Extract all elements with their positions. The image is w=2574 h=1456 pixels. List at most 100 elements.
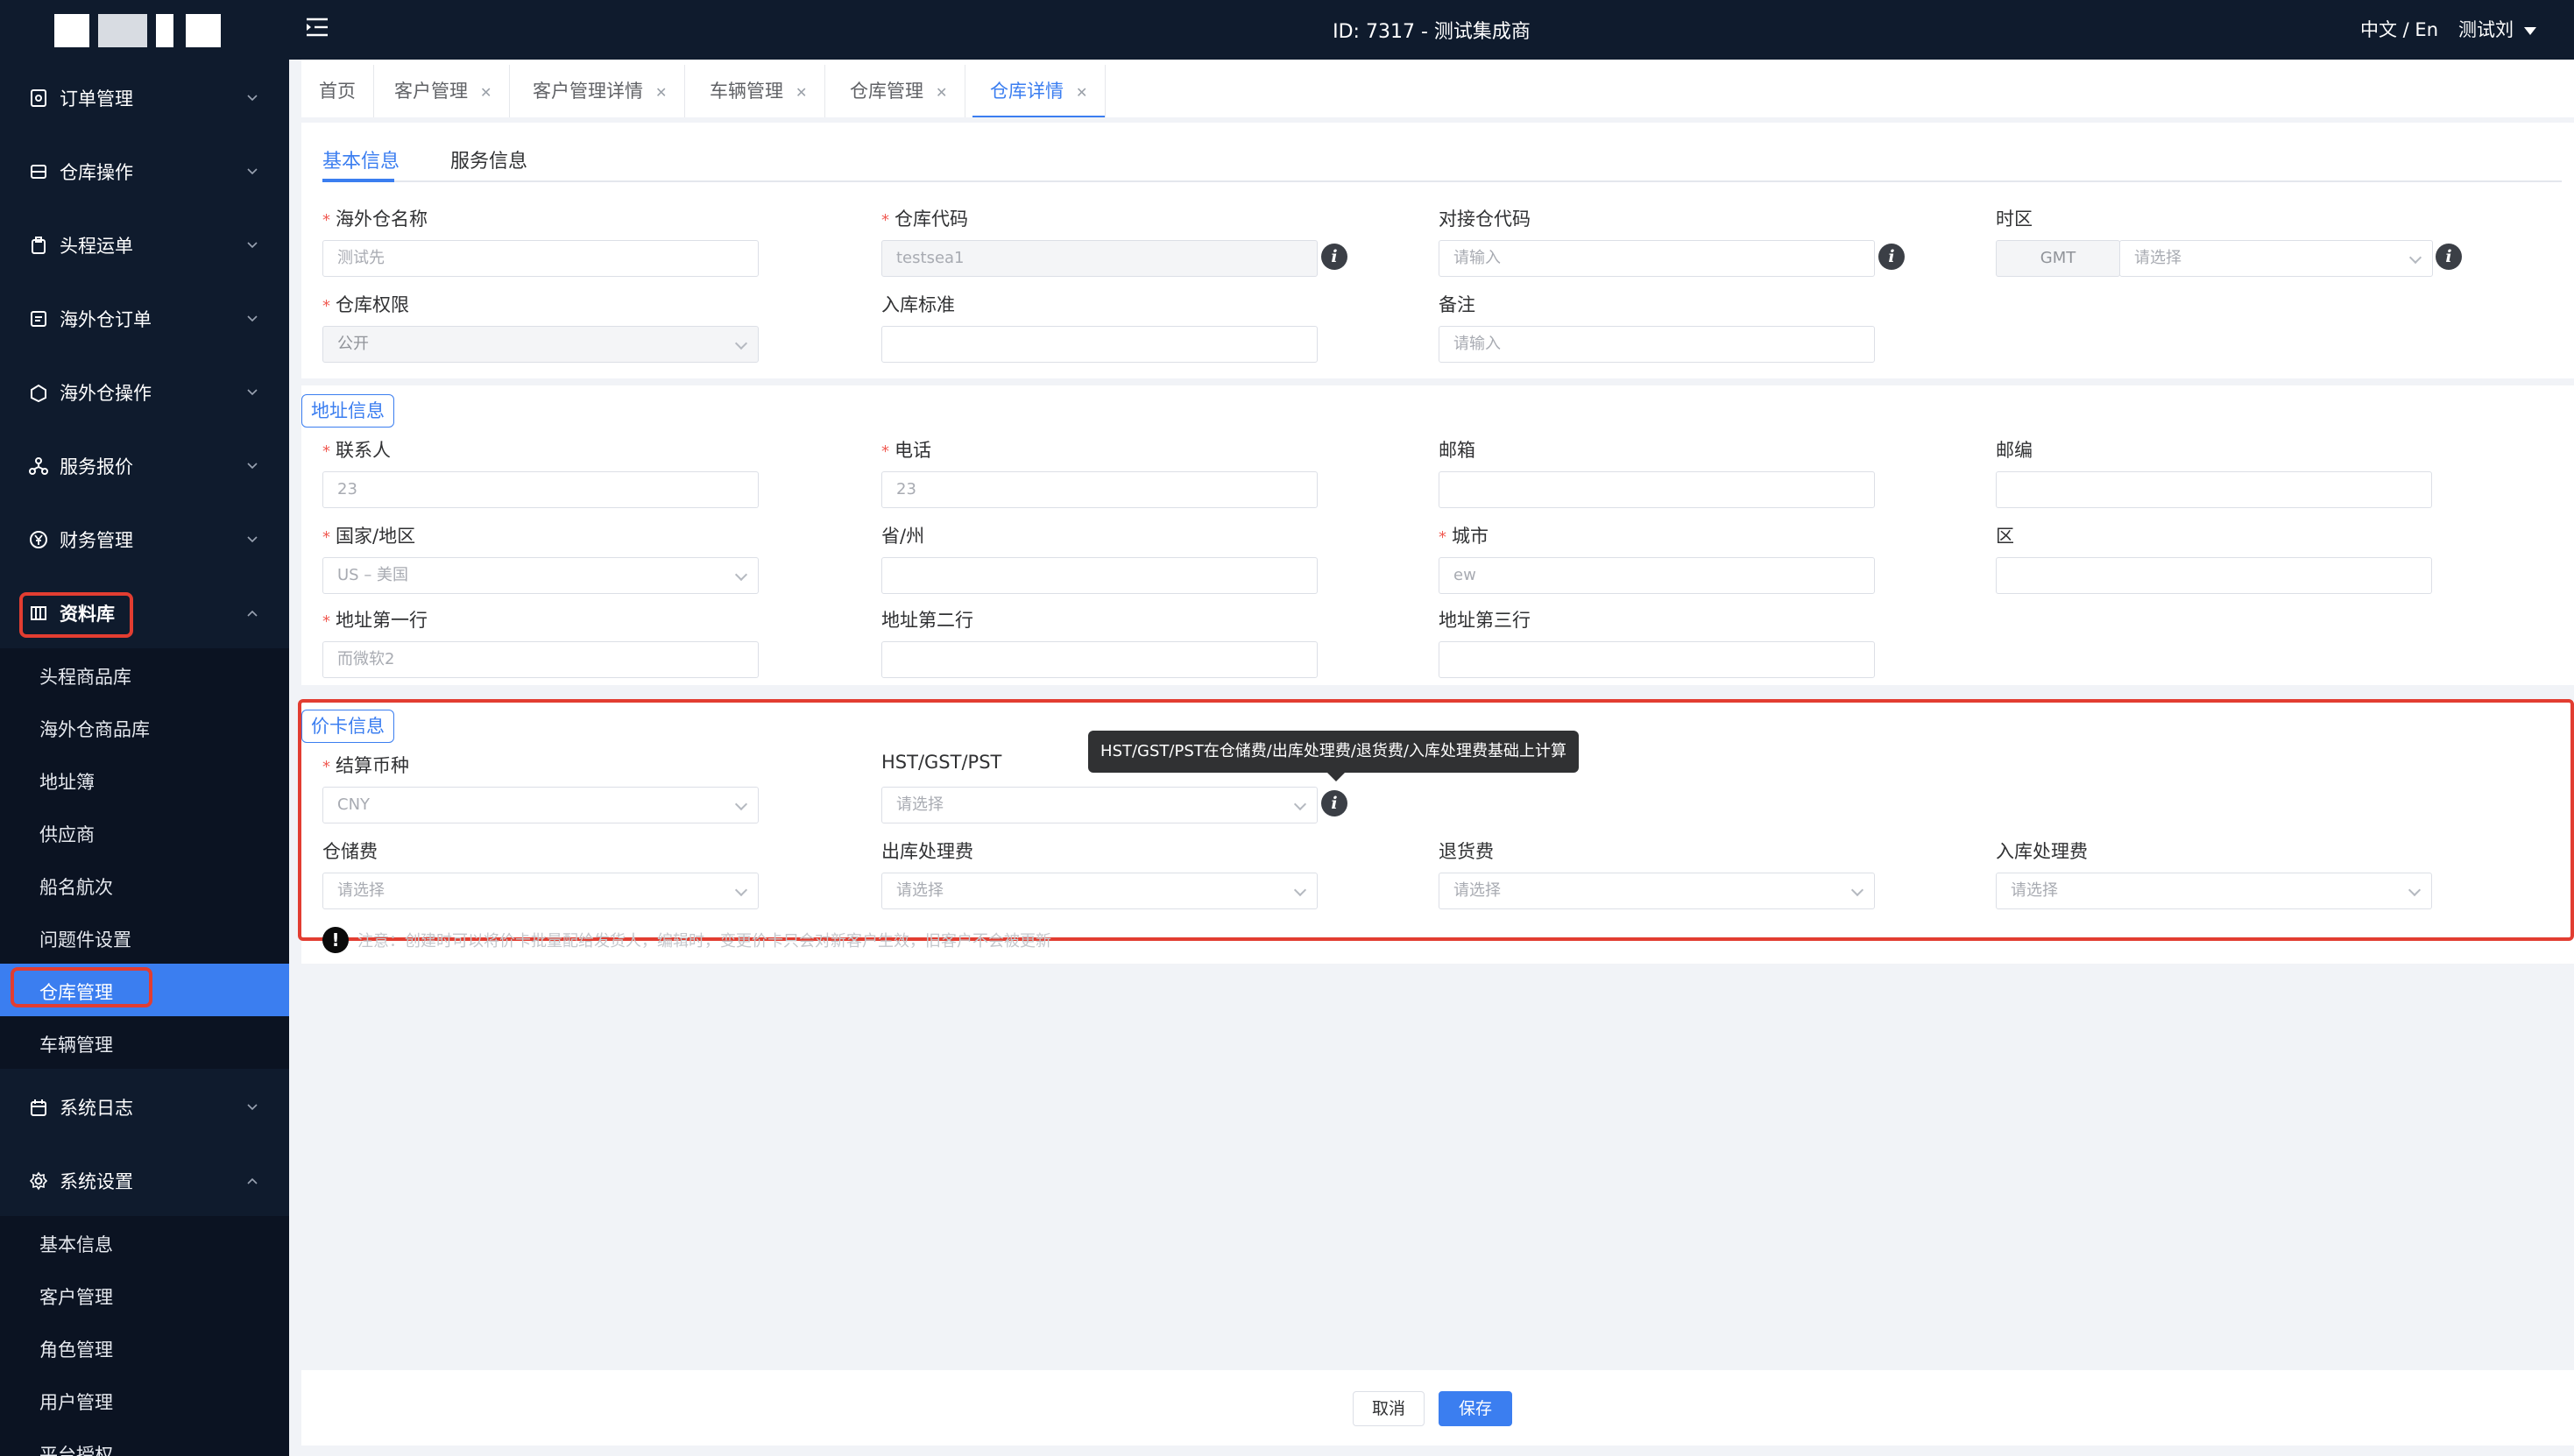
- tab-label: 客户管理详情: [533, 81, 643, 102]
- sidebar-item-warehouse-ops[interactable]: 仓库操作: [0, 135, 289, 209]
- info-icon[interactable]: i: [1878, 244, 1905, 270]
- tab-customer-detail[interactable]: 客户管理详情 ✕: [515, 65, 686, 117]
- close-icon[interactable]: ✕: [796, 84, 807, 101]
- district-input[interactable]: [1996, 557, 2432, 594]
- currency-select[interactable]: CNY: [322, 787, 759, 823]
- sidebar-sub-customers[interactable]: 客户管理: [0, 1269, 289, 1321]
- tab-customer-management[interactable]: 客户管理 ✕: [377, 65, 511, 117]
- caret-down-icon: [2524, 26, 2536, 35]
- chevron-down-icon: [247, 536, 258, 543]
- chevron-down-icon: [247, 315, 258, 322]
- tax-label: HST/GST/PST: [881, 752, 1002, 773]
- sidebar-sub-overseas-products[interactable]: 海外仓商品库: [0, 701, 289, 753]
- chevron-down-icon: [1293, 797, 1307, 811]
- dock-code-input[interactable]: 请输入: [1439, 240, 1875, 277]
- timezone-select[interactable]: 请选择: [2119, 240, 2433, 277]
- user-menu[interactable]: 测试刘: [2458, 16, 2536, 42]
- sidebar-sub-address-book[interactable]: 地址簿: [0, 753, 289, 806]
- gear-icon: [29, 1171, 48, 1191]
- return-fee-label: 退货费: [1439, 841, 1494, 862]
- country-label: * 国家/地区: [322, 526, 416, 547]
- phone-input[interactable]: 23: [881, 471, 1318, 508]
- sidebar-sub-first-leg-products[interactable]: 头程商品库: [0, 648, 289, 701]
- zip-input[interactable]: [1996, 471, 2432, 508]
- calendar-icon: [31, 1099, 46, 1116]
- close-icon[interactable]: ✕: [480, 84, 491, 101]
- country-select[interactable]: US – 美国: [322, 557, 759, 594]
- sidebar-sub-suppliers[interactable]: 供应商: [0, 806, 289, 859]
- warning-icon: !: [322, 927, 349, 953]
- chevron-up-icon: [247, 610, 258, 617]
- tab-label: 客户管理: [394, 81, 468, 102]
- package-icon: [31, 384, 46, 402]
- sidebar-sub-problem-settings[interactable]: 问题件设置: [0, 911, 289, 964]
- email-input[interactable]: [1439, 471, 1875, 508]
- currency-value: CNY: [337, 795, 371, 814]
- tax-select[interactable]: 请选择: [881, 787, 1318, 823]
- email-label: 邮箱: [1439, 440, 1475, 461]
- save-button[interactable]: 保存: [1439, 1391, 1512, 1426]
- contact-label: * 联系人: [322, 440, 391, 461]
- sidebar-sub-roles[interactable]: 角色管理: [0, 1321, 289, 1374]
- sidebar-item-logs[interactable]: 系统日志: [0, 1071, 289, 1144]
- sidebar-sub-vessels[interactable]: 船名航次: [0, 859, 289, 911]
- remark-label: 备注: [1439, 294, 1475, 315]
- outbound-fee-placeholder: 请选择: [896, 881, 944, 900]
- contact-input[interactable]: 23: [322, 471, 759, 508]
- info-icon[interactable]: i: [2436, 244, 2462, 270]
- sidebar-sub-label: 客户管理: [39, 1287, 113, 1308]
- sidebar-sub-label: 平台授权: [39, 1445, 113, 1456]
- sidebar-item-label: 订单管理: [60, 88, 133, 110]
- sidebar-item-settings[interactable]: 系统设置: [0, 1144, 289, 1218]
- tab-warehouse-management[interactable]: 仓库管理 ✕: [832, 65, 966, 117]
- info-icon[interactable]: i: [1321, 244, 1347, 270]
- storage-fee-select[interactable]: 请选择: [322, 873, 759, 909]
- tab-warehouse-detail[interactable]: 仓库详情 ✕: [972, 65, 1107, 117]
- close-icon[interactable]: ✕: [1076, 84, 1087, 101]
- address-line2-input[interactable]: [881, 641, 1318, 678]
- chevron-down-icon: [2408, 883, 2422, 897]
- sidebar-sub-platform-auth[interactable]: 平台授权: [0, 1426, 289, 1456]
- city-input[interactable]: ew: [1439, 557, 1875, 594]
- sidebar-sub-users[interactable]: 用户管理: [0, 1374, 289, 1426]
- subtab-service-info[interactable]: 服务信息: [450, 145, 527, 173]
- tab-label: 仓库管理: [850, 81, 923, 102]
- language-switch[interactable]: 中文 / En: [2360, 16, 2438, 42]
- remark-input[interactable]: 请输入: [1439, 326, 1875, 363]
- user-name: 测试刘: [2458, 19, 2514, 40]
- tab-vehicle-management[interactable]: 车辆管理 ✕: [692, 65, 826, 117]
- chevron-down-icon: [247, 242, 258, 249]
- chevron-down-icon: [1850, 883, 1864, 897]
- standard-input[interactable]: [881, 326, 1318, 363]
- address-line1-input[interactable]: 而微软2: [322, 641, 759, 678]
- province-input[interactable]: [881, 557, 1318, 594]
- chevron-up-icon: [247, 1177, 258, 1184]
- warehouse-name-input[interactable]: 测试先: [322, 240, 759, 277]
- sidebar-item-overseas-ops[interactable]: 海外仓操作: [0, 356, 289, 429]
- address-line3-input[interactable]: [1439, 641, 1875, 678]
- subtab-active-indicator: [322, 179, 394, 182]
- inbound-fee-select[interactable]: 请选择: [1996, 873, 2432, 909]
- sidebar-item-first-leg[interactable]: 头程运单: [0, 209, 289, 282]
- outbound-fee-select[interactable]: 请选择: [881, 873, 1318, 909]
- close-icon[interactable]: ✕: [936, 84, 947, 101]
- permission-select: 公开: [322, 326, 759, 363]
- sidebar-item-label: 系统设置: [60, 1171, 133, 1192]
- tab-label: 首页: [319, 81, 356, 102]
- sidebar-item-finance[interactable]: 财务管理: [0, 503, 289, 576]
- tab-home[interactable]: 首页: [301, 65, 374, 117]
- sidebar-item-quotes[interactable]: 服务报价: [0, 429, 289, 503]
- subtab-basic-info[interactable]: 基本信息: [322, 145, 400, 173]
- return-fee-select[interactable]: 请选择: [1439, 873, 1875, 909]
- sidebar-item-orders[interactable]: 订单管理: [0, 61, 289, 135]
- cancel-button[interactable]: 取消: [1353, 1391, 1425, 1426]
- sidebar-sub-label: 问题件设置: [39, 929, 131, 951]
- close-icon[interactable]: ✕: [655, 84, 667, 101]
- sidebar-item-overseas-orders[interactable]: 海外仓订单: [0, 282, 289, 356]
- info-icon[interactable]: i: [1321, 790, 1347, 816]
- inbound-fee-placeholder: 请选择: [2011, 881, 2058, 900]
- timezone-placeholder: 请选择: [2134, 249, 2182, 267]
- chevron-down-icon: [247, 95, 258, 102]
- sidebar-sub-basic-info[interactable]: 基本信息: [0, 1216, 289, 1269]
- sidebar-sub-vehicles[interactable]: 车辆管理: [0, 1016, 289, 1069]
